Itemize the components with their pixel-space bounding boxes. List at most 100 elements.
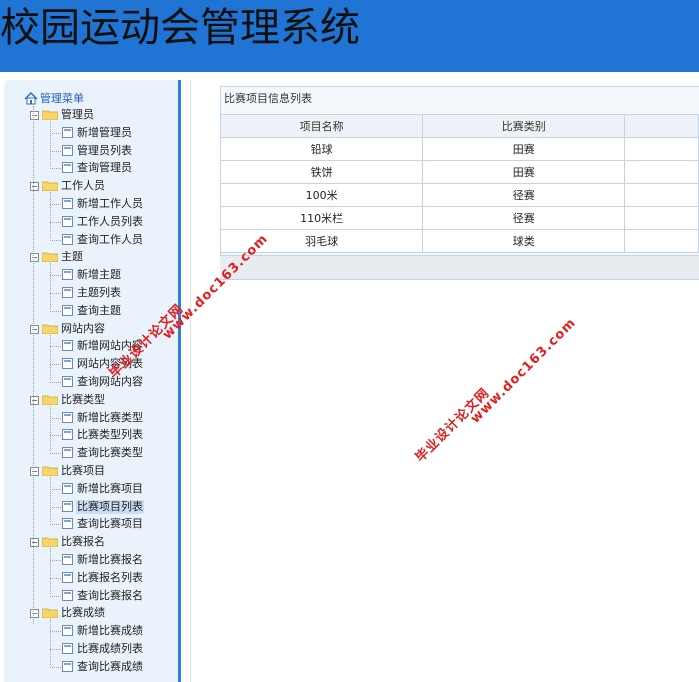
page-icon — [62, 518, 73, 530]
tree-connector — [50, 132, 61, 134]
home-icon — [24, 92, 38, 105]
column-header[interactable]: 比赛类别 — [422, 114, 626, 138]
menu-item-label: 查询主题 — [77, 303, 121, 317]
tree-connector — [50, 435, 61, 437]
table-cell — [624, 137, 699, 161]
menu-item-label: 查询比赛项目 — [77, 517, 143, 531]
tree-connector — [50, 168, 61, 170]
menu-item-label: 查询比赛报名 — [77, 588, 143, 602]
table-cell: 田赛 — [422, 160, 626, 184]
page-icon — [62, 376, 73, 387]
collapse-icon[interactable]: − — [30, 467, 39, 476]
folder-icon — [42, 395, 58, 405]
table-cell: 球类 — [422, 229, 626, 253]
page-icon — [62, 660, 73, 672]
folder-icon — [42, 110, 58, 120]
panel-title: 比赛项目信息列表 — [224, 92, 312, 105]
menu-group-label: 工作人员 — [61, 179, 105, 193]
page-icon — [62, 429, 73, 441]
collapse-icon[interactable]: − — [30, 253, 39, 263]
page-icon — [62, 447, 73, 459]
folder-icon — [42, 181, 58, 192]
tree-connector — [50, 548, 51, 594]
app-title: 校园运动会管理系统 — [0, 5, 360, 51]
menu-item-label: 新增比赛报名 — [77, 553, 143, 566]
sidebar: 管理菜单 − 管理员 新增管理员 管理员列表 查询管理员 − 工作人员 新增工作人员 工作人员列… — [4, 80, 181, 682]
collapse-icon[interactable]: − — [30, 111, 39, 120]
table-cell: 田赛 — [422, 137, 626, 161]
menu-item-label: 工作人员列表 — [77, 214, 143, 228]
table-cell — [624, 229, 699, 253]
page-icon — [62, 215, 73, 227]
menu-group-label: 主题 — [61, 250, 83, 264]
menu-group-label: 管理员 — [61, 108, 94, 121]
page-icon — [62, 571, 73, 583]
tree-connector — [50, 310, 61, 312]
tree-connector — [50, 506, 61, 508]
tree-connector — [50, 263, 51, 309]
table-row[interactable]: 110米栏 径赛 — [219, 206, 699, 230]
tree-connector — [50, 221, 61, 223]
tree-connector — [50, 477, 51, 523]
table-cell — [624, 206, 699, 230]
page-icon — [62, 500, 73, 512]
tree-connector — [50, 382, 61, 383]
table-row[interactable]: 100米 径赛 — [219, 183, 699, 207]
table-cell: 110米栏 — [219, 206, 424, 230]
menu-group-label: 比赛类型 — [61, 392, 105, 406]
table-row[interactable]: 铅球 田赛 — [219, 137, 699, 161]
menu-group-label: 网站内容 — [61, 321, 105, 335]
table-cell: 铅球 — [219, 137, 424, 161]
menu-item-label: 比赛报名列表 — [77, 570, 143, 584]
tree-connector — [50, 488, 61, 490]
menu-item-label: 比赛成绩列表 — [77, 642, 143, 655]
table-header-row: 项目名称 比赛类别 — [219, 114, 699, 138]
table-cell: 径赛 — [422, 183, 626, 207]
page-icon — [62, 269, 73, 281]
collapse-icon[interactable]: − — [30, 324, 39, 334]
page-icon — [62, 144, 73, 156]
table-row[interactable]: 羽毛球 球类 — [219, 229, 699, 253]
menu-item-label: 新增工作人员 — [77, 197, 143, 210]
page-icon — [62, 554, 73, 565]
menu-item-label: 主题列表 — [77, 286, 121, 299]
menu-group-label: 比赛项目 — [61, 464, 105, 477]
menu-group-label: 比赛成绩 — [61, 606, 105, 620]
menu-item-label: 比赛类型列表 — [77, 428, 143, 442]
collapse-icon[interactable]: − — [30, 395, 39, 405]
menu-item-label: 查询比赛成绩 — [77, 659, 143, 673]
table-cell — [624, 160, 699, 184]
folder-icon — [42, 324, 58, 334]
tree-connector — [50, 346, 61, 348]
menu-group-label: 比赛报名 — [61, 535, 105, 549]
collapse-icon[interactable]: − — [30, 182, 39, 192]
folder-icon — [42, 537, 58, 548]
tree-connector — [50, 275, 61, 277]
page-icon — [62, 625, 73, 637]
table-row[interactable]: 铁饼 田赛 — [219, 160, 699, 184]
tree-connector — [50, 192, 51, 238]
menu-item-label: 查询网站内容 — [77, 375, 143, 388]
menu-item-label: 新增主题 — [77, 268, 121, 282]
page-icon — [62, 411, 73, 423]
column-header[interactable]: 项目名称 — [219, 114, 424, 138]
page-icon — [62, 643, 73, 654]
page-icon — [62, 198, 73, 209]
page-icon — [62, 358, 73, 370]
tree-connector — [50, 524, 61, 526]
column-header[interactable] — [624, 114, 699, 138]
page-icon — [62, 287, 73, 298]
pager-bar — [220, 255, 699, 279]
menu-item-label: 查询工作人员 — [77, 232, 143, 246]
menu-item-label: 新增比赛项目 — [77, 481, 143, 495]
page-icon — [62, 340, 73, 352]
table-cell — [624, 183, 699, 207]
page-icon — [62, 126, 73, 138]
tree-connector — [50, 417, 61, 419]
collapse-icon[interactable]: − — [30, 609, 39, 619]
tree-connector — [50, 293, 61, 294]
menu-item-label: 管理员列表 — [77, 143, 132, 157]
tree-connector — [50, 560, 61, 561]
tree-connector — [50, 666, 61, 668]
collapse-icon[interactable]: − — [30, 538, 39, 548]
